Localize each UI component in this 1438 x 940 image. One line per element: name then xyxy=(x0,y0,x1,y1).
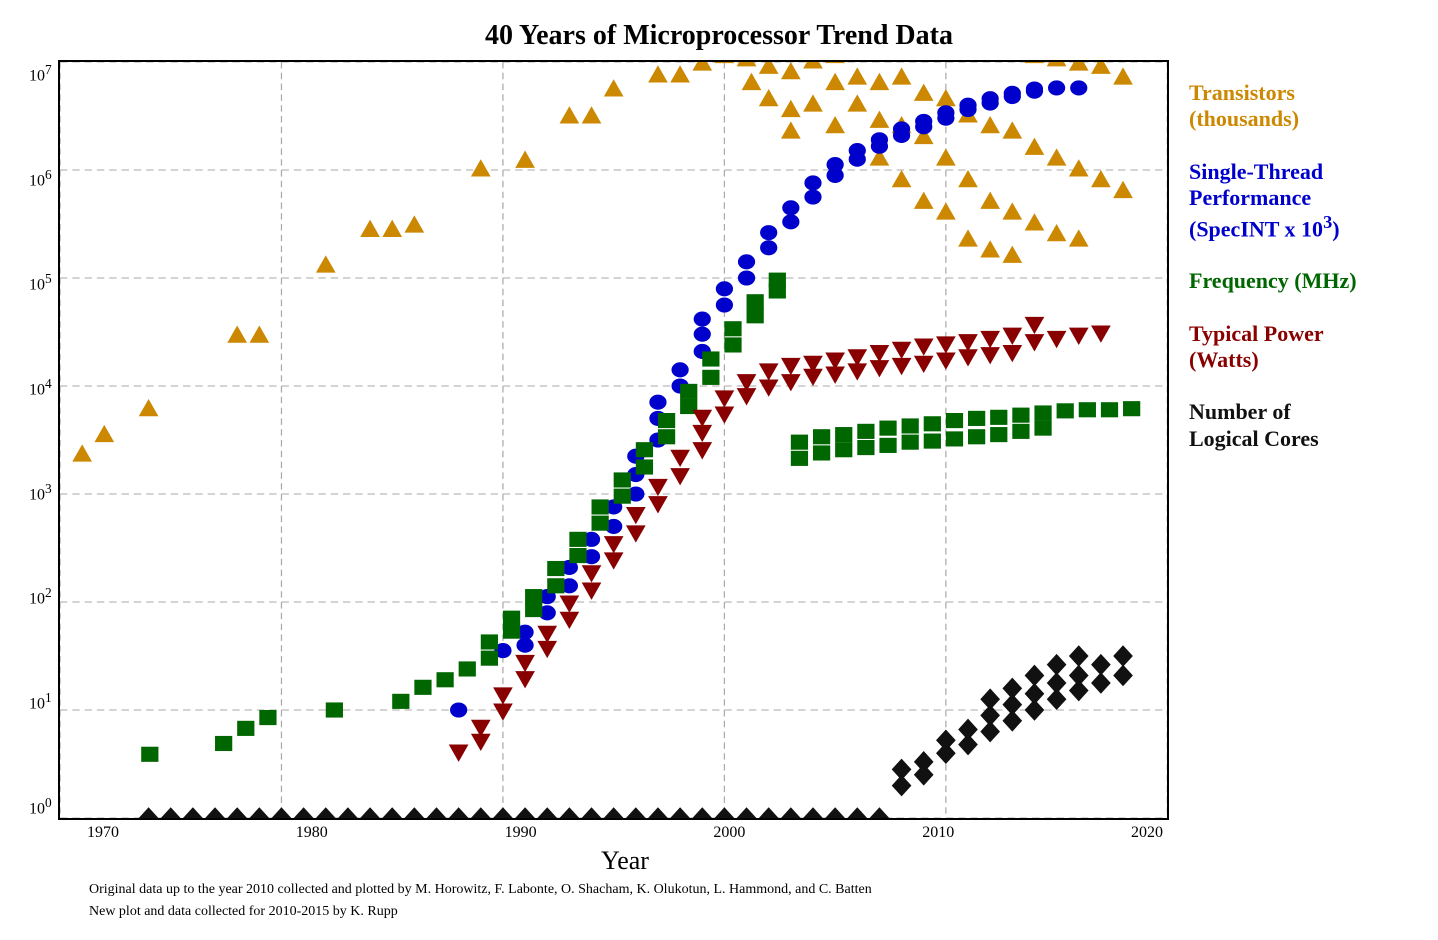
x-tick-2020: 2020 xyxy=(1127,824,1167,842)
footnote-2: New plot and data collected for 2010-201… xyxy=(29,904,1409,920)
x-tick-1970: 1970 xyxy=(83,824,123,842)
y-tick-4: 104 xyxy=(29,376,52,399)
legend-performance-label: Single-ThreadPerformance(SpecINT x 103) xyxy=(1189,159,1409,243)
legend-frequency-label: Frequency (MHz) xyxy=(1189,268,1409,294)
chart-container: 40 Years of Microprocessor Trend Data 10… xyxy=(29,20,1409,920)
legend-cores: Number ofLogical Cores xyxy=(1189,399,1409,452)
x-axis-title: Year xyxy=(81,846,1169,876)
x-tick-2010: 2010 xyxy=(918,824,958,842)
y-tick-1: 101 xyxy=(29,690,52,713)
y-tick-6: 106 xyxy=(29,167,52,190)
cores-series xyxy=(138,645,1132,818)
chart-body: 107 106 105 104 103 102 101 100 xyxy=(29,60,1409,876)
x-tick-1990: 1990 xyxy=(501,824,541,842)
x-tick-2000: 2000 xyxy=(709,824,749,842)
legend-power-label: Typical Power(Watts) xyxy=(1189,321,1409,374)
legend-cores-label: Number ofLogical Cores xyxy=(1189,399,1409,452)
legend-area: Transistors(thousands) Single-ThreadPerf… xyxy=(1169,60,1409,876)
plot-canvas xyxy=(58,60,1169,820)
y-tick-7: 107 xyxy=(29,62,52,85)
transistors-series xyxy=(72,62,1133,462)
x-axis-labels: 1970 1980 1990 2000 2010 2020 xyxy=(81,824,1169,842)
y-tick-5: 105 xyxy=(29,271,52,294)
y-axis-labels: 107 106 105 104 103 102 101 100 xyxy=(29,60,58,820)
y-tick-0: 100 xyxy=(29,795,52,818)
legend-power: Typical Power(Watts) xyxy=(1189,321,1409,374)
plot-with-yaxis: 107 106 105 104 103 102 101 100 xyxy=(29,60,1169,820)
legend-transistors-label: Transistors(thousands) xyxy=(1189,80,1409,133)
footnote-1: Original data up to the year 2010 collec… xyxy=(29,882,1409,898)
legend-performance: Single-ThreadPerformance(SpecINT x 103) xyxy=(1189,159,1409,243)
performance-series xyxy=(450,80,1087,717)
plot-svg xyxy=(60,62,1167,818)
legend-transistors: Transistors(thousands) xyxy=(1189,80,1409,133)
x-tick-1980: 1980 xyxy=(292,824,332,842)
chart-title: 40 Years of Microprocessor Trend Data xyxy=(485,20,953,52)
y-tick-2: 102 xyxy=(29,585,52,608)
y-tick-3: 103 xyxy=(29,481,52,504)
legend-frequency: Frequency (MHz) xyxy=(1189,268,1409,294)
plot-area-wrapper: 107 106 105 104 103 102 101 100 xyxy=(29,60,1169,876)
